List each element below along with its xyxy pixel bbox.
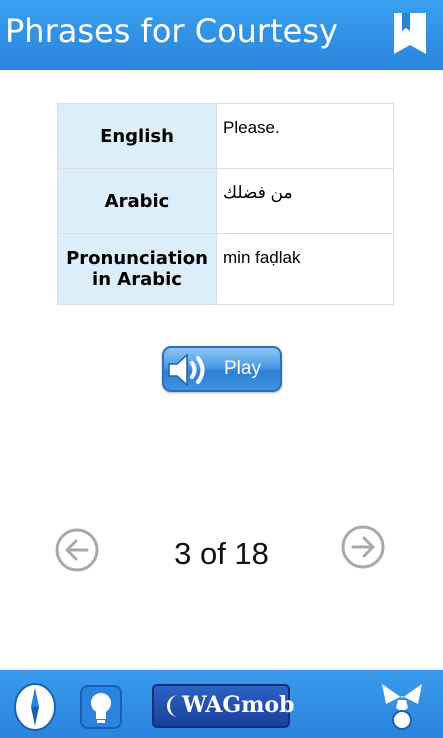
tip-button[interactable] (80, 685, 122, 729)
next-button[interactable] (340, 524, 386, 570)
arrow-left-circle-icon (55, 528, 99, 572)
pronunciation-value: min faḍlak (216, 233, 394, 305)
bookmark-icon (394, 13, 426, 54)
arrow-right-circle-icon (341, 525, 385, 569)
mentor-button[interactable] (378, 680, 426, 732)
compass-button[interactable] (12, 682, 58, 732)
page-title: Phrases for Courtesy (5, 12, 338, 50)
english-value: Please. (216, 103, 394, 169)
arabic-value: من فضلك (216, 168, 394, 234)
pronunciation-label: Pronunciation in Arabic (57, 233, 217, 305)
table-row: Arabic من فضلك (57, 168, 394, 234)
lightbulb-icon (80, 685, 122, 729)
wagmob-label: WAGmob (182, 692, 295, 718)
table-row: Pronunciation in Arabic min faḍlak (57, 233, 394, 305)
bookmark-button[interactable] (392, 11, 428, 56)
footer-bar: WAGmob (0, 670, 443, 738)
play-label: Play (224, 358, 261, 379)
previous-button[interactable] (54, 527, 100, 573)
table-row: English Please. (57, 103, 394, 169)
page-indicator: 3 of 18 (174, 536, 269, 571)
compass-icon (14, 683, 56, 731)
arabic-label: Arabic (57, 168, 217, 234)
play-button[interactable]: Play (162, 346, 282, 392)
wagmob-button[interactable]: WAGmob (152, 684, 295, 728)
mentor-icon (382, 684, 422, 730)
phrase-table: English Please. Arabic من فضلك Pronuncia… (57, 103, 394, 305)
header-bar: Phrases for Courtesy (0, 0, 443, 70)
english-label: English (57, 103, 217, 169)
wagmob-moon-icon (167, 695, 178, 717)
speaker-icon (168, 353, 205, 387)
